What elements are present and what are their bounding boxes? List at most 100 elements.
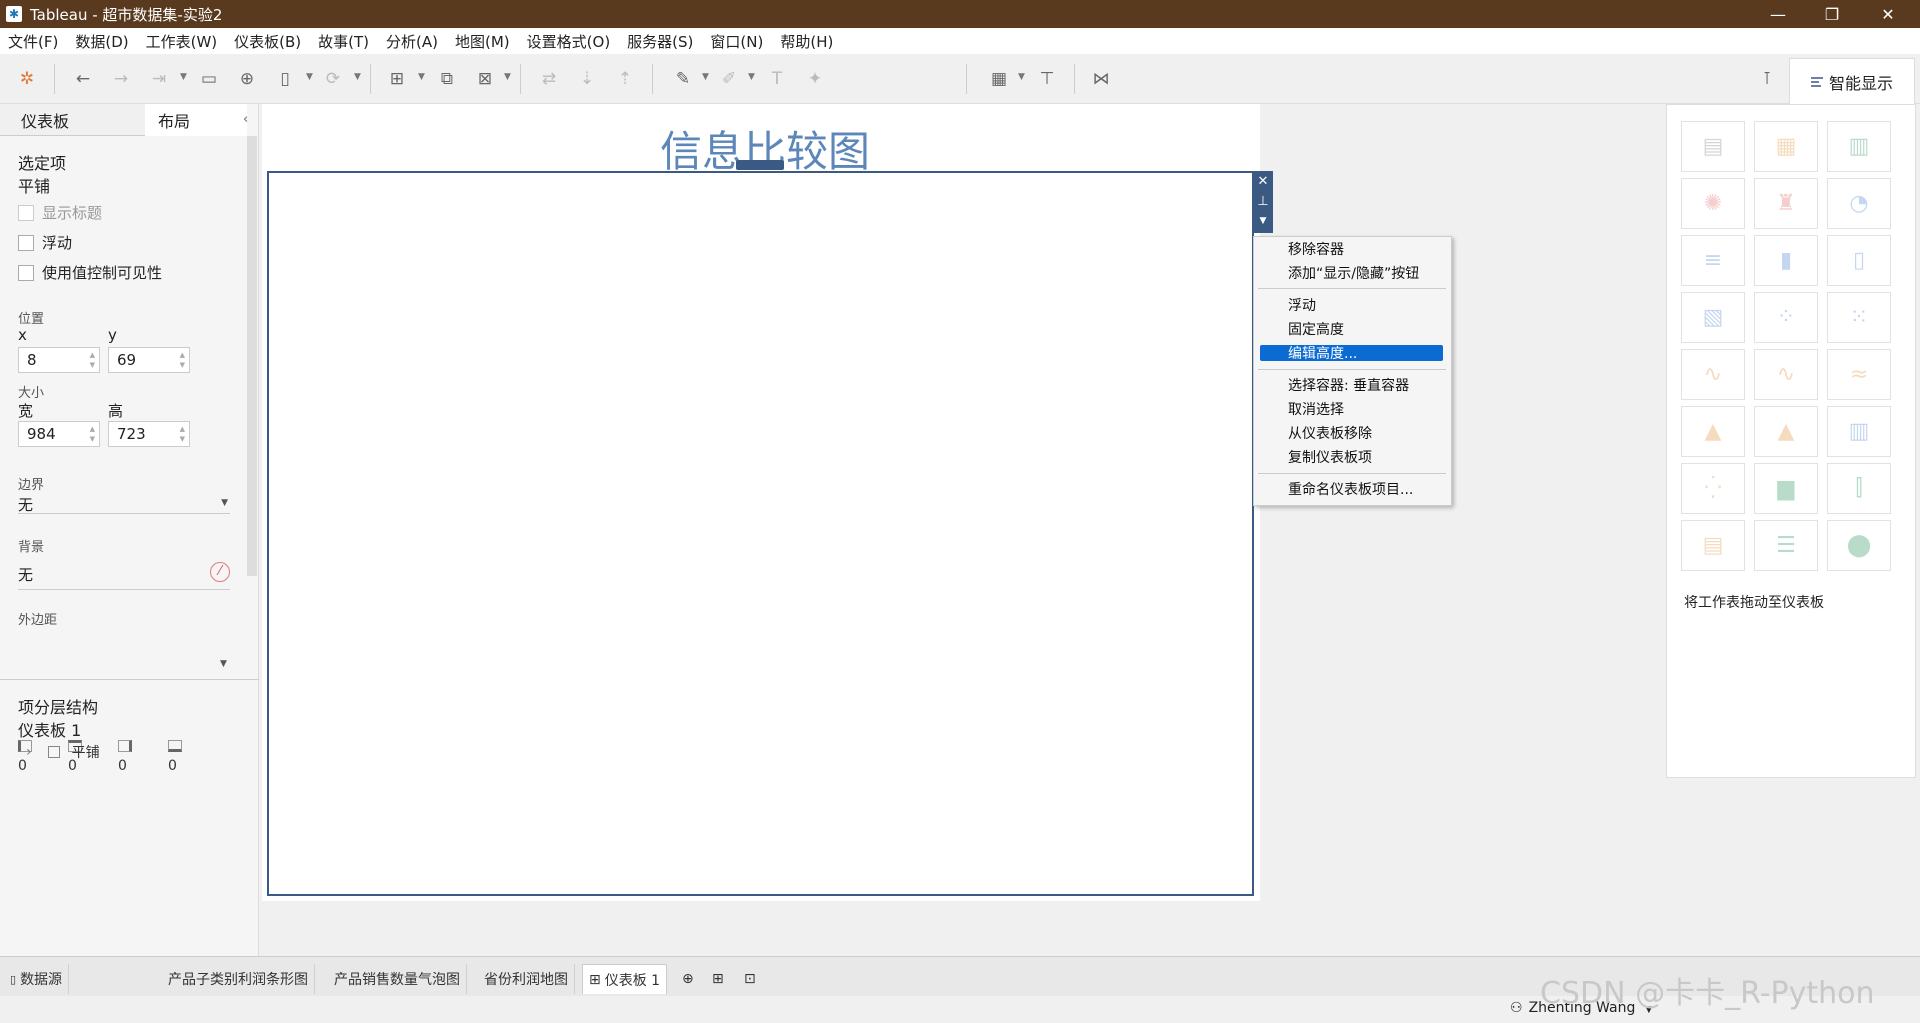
sort-desc-icon[interactable]: ⇡ <box>612 66 638 92</box>
chart-icon[interactable]: ▦ <box>986 66 1012 92</box>
chart-type-line-discrete[interactable]: ∿ <box>1754 349 1818 400</box>
menu-window[interactable]: 窗口(N) <box>710 31 763 52</box>
chart-type-pie[interactable]: ◔ <box>1827 178 1891 229</box>
chart-type-heat-map[interactable]: ▦ <box>1754 121 1818 172</box>
chart-type-symbol-map[interactable]: ✺ <box>1681 178 1745 229</box>
chevron-down-icon[interactable]: ▼ <box>306 72 313 82</box>
format-brush-icon[interactable]: ⊺ <box>1754 66 1780 92</box>
pin-icon[interactable]: ⊥ <box>1257 191 1268 211</box>
replay-icon[interactable]: ⇥ <box>146 66 172 92</box>
chart-type-line-continuous[interactable]: ∿ <box>1681 349 1745 400</box>
vertical-container[interactable] <box>267 171 1254 896</box>
chart-type-text-table[interactable]: ▤ <box>1681 121 1745 172</box>
chart-type-dual-line[interactable]: ≈ <box>1827 349 1891 400</box>
chevron-down-icon[interactable]: ▼ <box>1018 72 1025 82</box>
maximize-button[interactable]: ❐ <box>1806 0 1858 28</box>
chevron-down-icon[interactable]: ▼ <box>354 72 361 82</box>
tab-sheet-sales-bubble[interactable]: 产品销售数量气泡图 <box>328 964 467 994</box>
menu-format[interactable]: 设置格式(O) <box>527 31 611 52</box>
menu-item-edit-height[interactable]: 编辑高度... <box>1288 343 1357 363</box>
menu-data[interactable]: 数据(D) <box>75 31 128 52</box>
chart-type-treemap[interactable]: ▧ <box>1681 292 1745 343</box>
chart-type-horizontal-bar[interactable]: ≡ <box>1681 235 1745 286</box>
swap-icon[interactable]: ⇄ <box>536 66 562 92</box>
chart-type-gantt[interactable]: ▤ <box>1681 520 1745 571</box>
tableau-logo-icon[interactable]: ✲ <box>14 66 40 92</box>
refresh-icon[interactable]: ⟳ <box>320 66 346 92</box>
menu-help[interactable]: 帮助(H) <box>780 31 833 52</box>
no-color-icon[interactable]: ⁄ <box>210 562 230 582</box>
share-icon[interactable]: ⋈ <box>1088 66 1114 92</box>
tab-sheet-profit-bar[interactable]: 产品子类别利润条形图 <box>162 964 315 994</box>
chart-type-dual-combination[interactable]: ▥ <box>1827 406 1891 457</box>
tab-dashboard[interactable]: 仪表板 <box>0 104 145 136</box>
menu-item-fixed-height[interactable]: 固定高度 <box>1288 319 1344 339</box>
chevron-down-icon[interactable]: ▼ <box>418 72 425 82</box>
chart-type-filled-map[interactable]: ♜ <box>1754 178 1818 229</box>
hierarchy-item-tiled[interactable]: › 平铺 <box>26 742 100 762</box>
menu-worksheet[interactable]: 工作表(W) <box>146 31 218 52</box>
chart-type-box-plot[interactable]: ⫿ <box>1827 463 1891 514</box>
chevron-down-icon[interactable]: ▼ <box>220 659 227 669</box>
annotate-icon[interactable]: ✐ <box>716 66 742 92</box>
chart-type-area-discrete[interactable]: ▲ <box>1754 406 1818 457</box>
chart-type-circle-view[interactable]: ⁘ <box>1754 292 1818 343</box>
highlight-icon[interactable]: ✎ <box>670 66 696 92</box>
x-input[interactable]: 8 ▲ ▼ <box>18 347 100 373</box>
chevron-down-icon[interactable]: ▼ <box>702 72 709 82</box>
chevron-down-icon[interactable]: ▼ <box>748 72 755 82</box>
tab-dashboard-1[interactable]: ⊞ 仪表板 1 <box>582 964 668 994</box>
chart-type-bullet[interactable]: ☰ <box>1754 520 1818 571</box>
background-dropdown[interactable]: 无 ⁄ <box>18 562 230 590</box>
chevron-right-icon[interactable]: › <box>26 744 32 760</box>
close-button[interactable]: ✕ <box>1862 0 1914 28</box>
tab-sheet-province-map[interactable]: 省份利润地图 <box>478 964 575 994</box>
sort-asc-icon[interactable]: ⇣ <box>574 66 600 92</box>
menu-dashboard[interactable]: 仪表板(B) <box>234 31 301 52</box>
border-dropdown[interactable]: 无 ▼ <box>18 494 230 514</box>
minimize-button[interactable]: — <box>1752 0 1804 28</box>
smart-show-tab[interactable]: 智能显示 <box>1789 58 1915 104</box>
chart-type-area-continuous[interactable]: ▲ <box>1681 406 1745 457</box>
menu-item-rename-item[interactable]: 重命名仪表板项目... <box>1288 479 1413 499</box>
y-input[interactable]: 69 ▲ ▼ <box>108 347 190 373</box>
height-input[interactable]: 723 ▲ ▼ <box>108 421 190 447</box>
new-datasource-icon[interactable]: ⊕ <box>234 66 260 92</box>
presentation-icon[interactable]: ⊤ <box>1034 66 1060 92</box>
datasource-icon[interactable]: ▯ <box>272 66 298 92</box>
chart-type-scatter[interactable]: ⁛ <box>1681 463 1745 514</box>
undo-icon[interactable]: ← <box>70 66 96 92</box>
panel-scrollbar[interactable] <box>247 136 257 576</box>
hierarchy-root[interactable]: 仪表板 1 <box>18 717 81 741</box>
duplicate-icon[interactable]: ⧉ <box>434 66 460 92</box>
chevron-down-icon[interactable]: ▼ <box>504 72 511 82</box>
chart-type-packed-bubbles[interactable]: ⬤ <box>1827 520 1891 571</box>
chevron-down-icon[interactable]: ▼ <box>180 72 187 82</box>
menu-item-deselect[interactable]: 取消选择 <box>1288 399 1344 419</box>
text-icon[interactable]: T <box>764 66 790 92</box>
tab-datasource[interactable]: ▯ 数据源 <box>4 964 70 994</box>
menu-map[interactable]: 地图(M) <box>455 31 510 52</box>
menu-item-select-container[interactable]: 选择容器: 垂直容器 <box>1288 375 1409 395</box>
tab-layout[interactable]: 布局 <box>145 104 247 136</box>
new-sheet-icon[interactable]: ⊞ <box>384 66 410 92</box>
menu-item-duplicate-item[interactable]: 复制仪表板项 <box>1288 447 1372 467</box>
menu-item-remove-from-dashboard[interactable]: 从仪表板移除 <box>1288 423 1372 443</box>
menu-item-remove-container[interactable]: 移除容器 <box>1288 239 1344 259</box>
new-story-button[interactable]: ⊡ <box>738 964 762 994</box>
close-icon[interactable]: ✕ <box>1258 171 1269 191</box>
menu-item-floating[interactable]: 浮动 <box>1288 295 1316 315</box>
new-worksheet-button[interactable]: ⊕ <box>676 964 700 994</box>
show-title-checkbox[interactable]: 显示标题 <box>18 202 102 223</box>
margin-bottom[interactable]: 0 <box>168 740 188 774</box>
chart-type-stacked-bar[interactable]: ▮ <box>1754 235 1818 286</box>
menu-item-add-show-hide[interactable]: 添加“显示/隐藏”按钮 <box>1288 263 1419 283</box>
chart-type-histogram[interactable]: ▆ <box>1754 463 1818 514</box>
control-visibility-checkbox[interactable]: 使用值控制可见性 <box>18 262 162 283</box>
margin-right[interactable]: 0 <box>118 740 138 774</box>
menu-server[interactable]: 服务器(S) <box>627 31 693 52</box>
chart-type-side-circles[interactable]: ⁙ <box>1827 292 1891 343</box>
width-input[interactable]: 984 ▲ ▼ <box>18 421 100 447</box>
chart-type-side-by-side-bar[interactable]: ▯ <box>1827 235 1891 286</box>
new-dashboard-button[interactable]: ⊞ <box>706 964 730 994</box>
